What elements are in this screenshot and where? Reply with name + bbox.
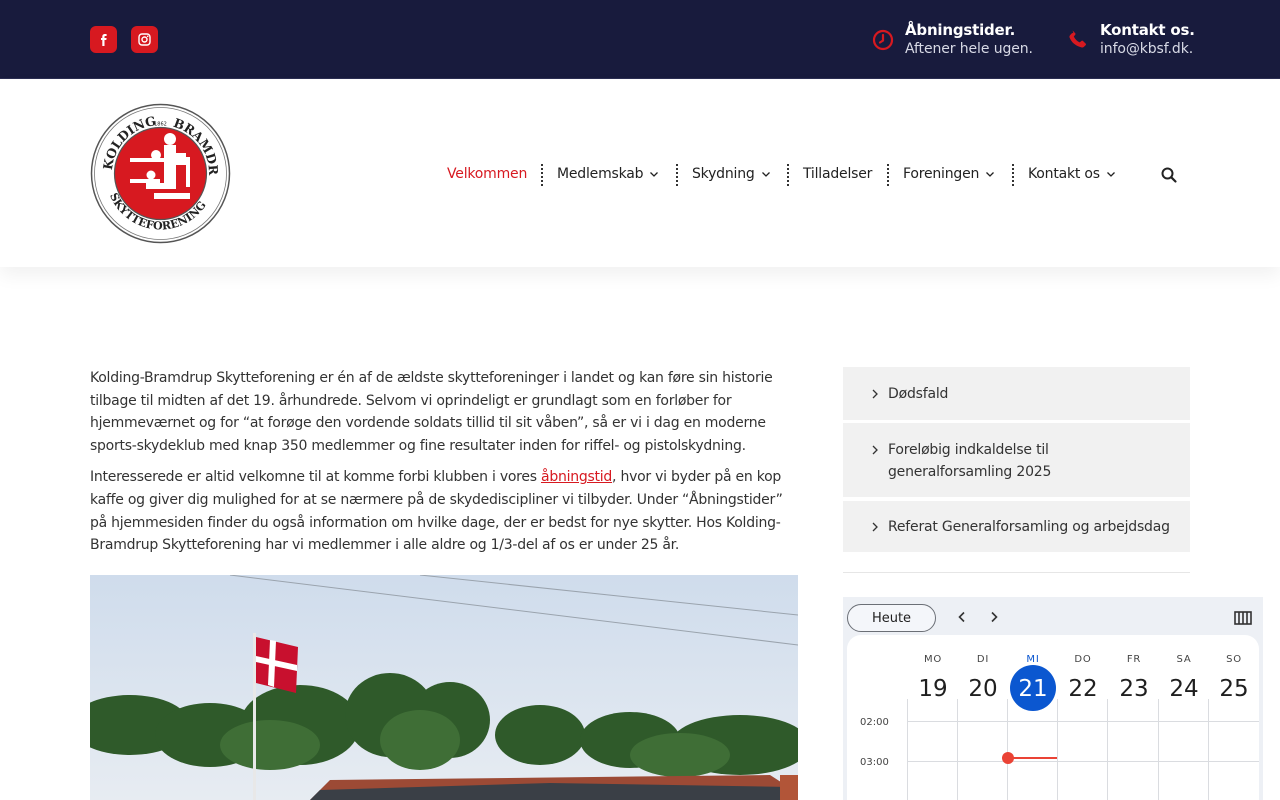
intro-paragraph-2: Interesserede er altid velkomne til at k…	[90, 469, 783, 554]
calendar-widget: Heute MO 19 DI 20 MI 21 DO 22 FR 23 SA 24 SO 25…	[843, 597, 1263, 800]
nav-item-skydning[interactable]: Skydning	[692, 164, 771, 184]
site-header: KOLDING BRAMDRUP 1862 SKYTTEFORENING Vel…	[0, 80, 1280, 267]
day-column-sa[interactable]: SA 24	[1159, 653, 1209, 711]
opening-hours-title: Åbningstider.	[905, 21, 1016, 39]
grid-line	[1057, 699, 1058, 800]
nav-separator	[676, 164, 678, 186]
contact-email[interactable]: info@kbsf.dk.	[1100, 40, 1195, 59]
nav-item-tilladelser[interactable]: Tilladelser	[803, 164, 872, 184]
main-nav: Velkommen Medlemskab Skydning Tilladelse…	[0, 164, 1280, 186]
nav-item-foreningen[interactable]: Foreningen	[903, 164, 995, 184]
grid-line	[907, 761, 1259, 762]
chevron-down-icon	[986, 172, 995, 177]
nav-separator	[1012, 164, 1014, 186]
search-icon[interactable]	[1160, 166, 1178, 184]
grid-line	[1007, 699, 1008, 800]
day-column-so[interactable]: SO 25	[1209, 653, 1259, 711]
clock-icon	[872, 29, 894, 51]
grid-line	[907, 699, 908, 800]
grid-line	[1208, 699, 1209, 800]
nav-item-velkommen[interactable]: Velkommen	[447, 164, 527, 184]
day-column-do[interactable]: DO 22	[1058, 653, 1108, 711]
chevron-left-icon[interactable]	[955, 610, 969, 624]
sidebar-divider	[843, 572, 1190, 573]
today-button[interactable]: Heute	[847, 604, 936, 632]
chevron-down-icon	[1106, 172, 1115, 177]
day-column-fr[interactable]: FR 23	[1109, 653, 1159, 711]
chevron-down-icon	[761, 172, 770, 177]
nav-item-medlemskab[interactable]: Medlemskab	[557, 164, 659, 184]
nav-item-kontakt-os[interactable]: Kontakt os	[1028, 164, 1116, 184]
chevron-right-icon[interactable]	[987, 610, 1001, 624]
nav-separator	[887, 164, 889, 186]
opening-hours-link[interactable]: åbningstid	[541, 469, 612, 485]
sidebar-post-2[interactable]: Foreløbig indkaldelse til generalforsaml…	[843, 423, 1190, 499]
chevron-right-icon	[872, 445, 878, 455]
intro-text: Kolding-Bramdrup Skytteforening er én af…	[90, 367, 802, 566]
chevron-right-icon	[872, 389, 878, 399]
time-label: 02:00	[860, 717, 889, 728]
grid-line	[957, 699, 958, 800]
day-column-mi[interactable]: MI 21	[1008, 653, 1058, 711]
sidebar-post-1[interactable]: Dødsfald	[843, 367, 1190, 422]
top-bar: Åbningstider. Aftener hele ugen. Kontakt…	[0, 0, 1280, 79]
contact-info: Kontakt os. info@kbsf.dk.	[1066, 20, 1195, 59]
intro-paragraph-1: Kolding-Bramdrup Skytteforening er én af…	[90, 370, 773, 454]
logo-year: 1862	[154, 122, 167, 128]
instagram-icon[interactable]	[131, 26, 158, 53]
chevron-right-icon	[872, 522, 878, 532]
opening-hours-text: Aftener hele ugen.	[905, 41, 1033, 57]
contact-title: Kontakt os.	[1100, 21, 1195, 39]
sidebar-post-3[interactable]: Referat Generalforsamling og arbejdsdag	[843, 501, 1190, 554]
day-column-di[interactable]: DI 20	[958, 653, 1008, 711]
calendar-week-panel: MO 19 DI 20 MI 21 DO 22 FR 23 SA 24 SO 25 02:00…	[847, 635, 1259, 800]
clubhouse-photo	[90, 575, 798, 800]
opening-hours-info: Åbningstider. Aftener hele ugen.	[871, 20, 1033, 59]
chevron-down-icon	[650, 172, 659, 177]
grid-line	[1107, 699, 1108, 800]
nav-separator	[541, 164, 543, 186]
day-column-mo[interactable]: MO 19	[908, 653, 958, 711]
grid-line	[907, 721, 1259, 722]
facebook-icon[interactable]	[90, 26, 117, 53]
nav-separator	[787, 164, 789, 186]
week-view-icon[interactable]	[1234, 610, 1252, 626]
phone-icon	[1069, 30, 1086, 48]
current-time-line	[1008, 757, 1057, 759]
time-label: 03:00	[860, 757, 889, 768]
grid-line	[1158, 699, 1159, 800]
